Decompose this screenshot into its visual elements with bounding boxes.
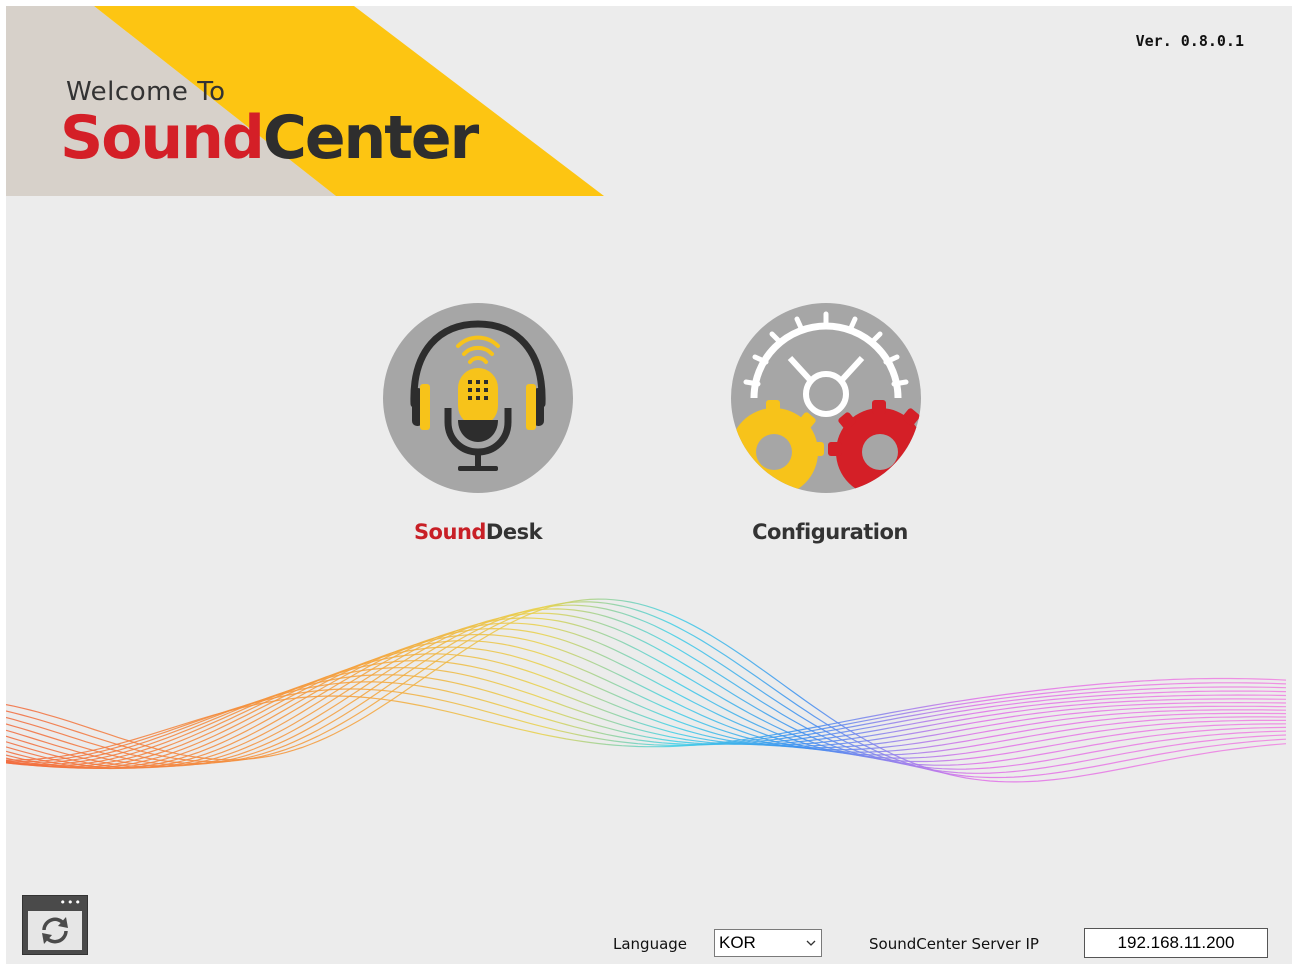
window-dots-icon: •••: [59, 896, 82, 909]
refresh-window-button[interactable]: •••: [22, 895, 88, 955]
language-select[interactable]: KOR: [714, 929, 822, 957]
gears-icon[interactable]: [730, 302, 922, 494]
language-selected-value: KOR: [719, 933, 756, 952]
sounddesk-label[interactable]: SoundDesk: [348, 520, 608, 544]
chevron-down-icon: [806, 940, 816, 946]
wave-line: [6, 640, 1287, 769]
server-ip-input[interactable]: [1084, 928, 1268, 958]
wave-line: [6, 601, 1287, 779]
language-label: Language: [613, 935, 688, 953]
sounddesk-label-part1: Sound: [413, 520, 486, 544]
server-ip-label: SoundCenter Server IP: [869, 935, 1039, 953]
app-window: Welcome To SoundCenter Ver. 0.8.0.1 Soun…: [6, 6, 1292, 964]
refresh-window-icon: [42, 917, 68, 944]
wave-line: [6, 622, 1286, 769]
logo-word-center: Center: [262, 103, 479, 173]
microphone-headphones-icon[interactable]: [382, 302, 574, 494]
decorative-sound-waves: [6, 598, 1287, 783]
welcome-banner: Welcome To SoundCenter: [6, 6, 626, 206]
configuration-label[interactable]: Configuration: [700, 520, 960, 544]
sounddesk-label-part2: Desk: [485, 520, 543, 544]
configuration-tile[interactable]: Configuration: [730, 302, 922, 552]
wave-line: [6, 653, 1287, 769]
wave-line: [6, 598, 1287, 783]
wave-line: [6, 681, 1287, 764]
sounddesk-tile[interactable]: SoundDesk: [382, 302, 574, 552]
logo-word-sound: Sound: [60, 103, 265, 173]
app-logo-text: SoundCenter: [60, 98, 479, 178]
refresh-button-inner: [28, 911, 82, 950]
version-label: Ver. 0.8.0.1: [1135, 32, 1244, 50]
